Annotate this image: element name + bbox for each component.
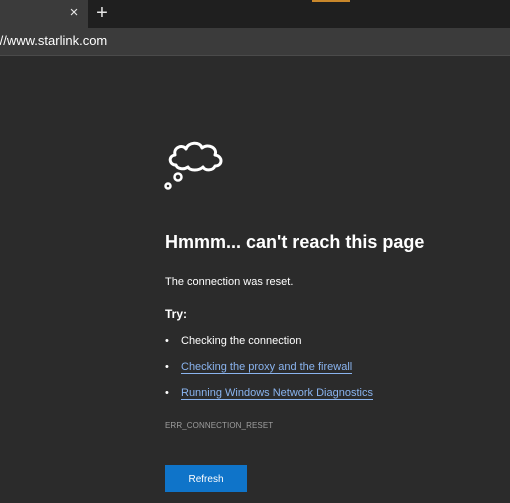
bullet: • <box>165 335 169 347</box>
close-tab-icon[interactable]: × <box>66 5 82 21</box>
browser-toolbar: ://www.starlink.com <box>0 28 510 56</box>
suggestion-item: • Checking the connection <box>165 334 301 348</box>
suggestion-item: • Checking the proxy and the firewall <box>165 360 353 374</box>
tab-accent-bar <box>312 0 350 2</box>
try-label: Try: <box>165 307 188 321</box>
address-bar[interactable]: ://www.starlink.com <box>0 31 510 51</box>
url-text: www.starlink.com <box>6 33 108 48</box>
error-message: The connection was reset. <box>165 276 294 288</box>
suggestion-check-connection: Checking the connection <box>181 335 302 347</box>
active-tab[interactable]: × <box>0 0 88 28</box>
network-diagnostics-link[interactable]: Running Windows Network Diagnostics <box>181 387 373 400</box>
error-heading: Hmmm... can't reach this page <box>165 232 425 252</box>
url-scheme: :// <box>0 33 7 48</box>
suggestion-item: • Running Windows Network Diagnostics <box>165 386 373 400</box>
tab-strip: × + <box>0 0 510 28</box>
proxy-firewall-link[interactable]: Checking the proxy and the firewall <box>181 361 353 374</box>
thought-cloud-icon <box>164 141 223 190</box>
new-tab-icon[interactable]: + <box>93 3 111 23</box>
bullet: • <box>165 361 169 373</box>
error-code: ERR_CONNECTION_RESET <box>165 421 274 430</box>
refresh-button[interactable]: Refresh <box>165 465 247 492</box>
bullet: • <box>165 387 169 399</box>
